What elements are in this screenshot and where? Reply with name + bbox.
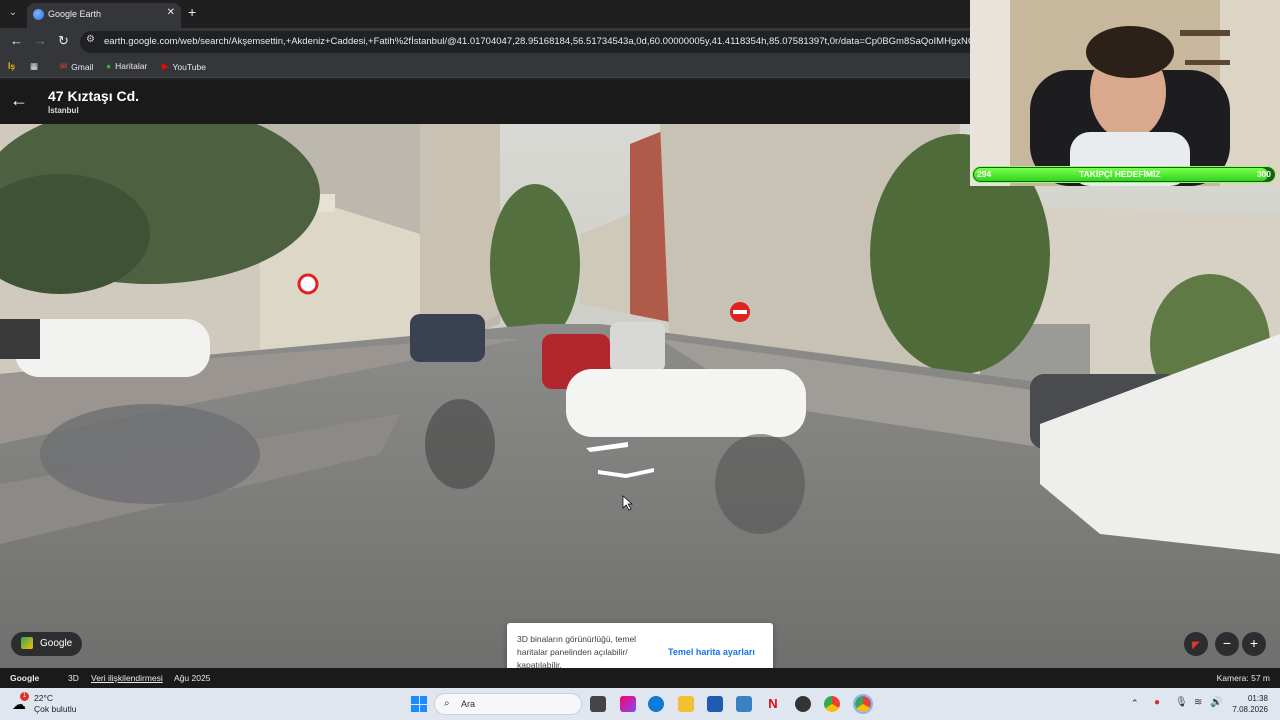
toast-message: 3D binaların görünürlüğü, temel haritala… [517,634,637,670]
reload-icon[interactable]: ↻ [58,33,69,49]
3d-mode-toggle[interactable]: 3D [68,673,79,683]
place-subtitle: İstanbul [48,106,79,115]
camera-altitude: Kamera: 57 m [1216,673,1270,683]
search-placeholder: Ara [461,699,476,709]
tray-app-icon[interactable]: ● [1154,697,1160,708]
apps-grid-icon[interactable]: ▦ [30,61,38,72]
earth-status-bar: Google 3D Veri ilişkilendirmesi Ağu 2025… [0,668,1280,688]
bookmark-maps[interactable]: ● Haritalar [106,61,147,71]
google-brand: Google [10,673,40,683]
microphone-icon[interactable]: 🎙 [1175,697,1188,708]
street-view-scene[interactable] [0,124,1280,668]
app-icon[interactable] [736,696,752,712]
clock-date[interactable]: 7.08.2026 [1228,705,1268,714]
maps-icon: ● [106,61,112,71]
chrome-dark-icon[interactable] [795,696,811,712]
chrome-icon[interactable] [824,696,840,712]
bookmark-label: YouTube [172,61,206,72]
google-button-label: Google [40,638,73,649]
base-map-settings-link[interactable]: Temel harita ayarları [668,647,755,657]
file-explorer-icon[interactable] [678,696,694,712]
webcam-overlay [970,0,1280,186]
back-arrow-icon[interactable]: ← [10,90,28,111]
bookmark-label: Gmail [71,61,94,72]
bookmark-youtube[interactable]: ▶ YouTube [162,61,206,72]
youtube-icon: ▶ [162,61,169,71]
zoom-in-icon[interactable]: + [1242,632,1266,656]
forward-icon[interactable]: → [34,33,47,48]
street-view-image [0,124,1280,668]
windows-taskbar: ☁ 1 22°C Çok bulutlu ⌕ Ara N ⌃ ● 🎙 ≋ 🔊 0… [0,688,1280,720]
goal-target: 300 [1256,169,1271,179]
store-icon[interactable] [707,696,723,712]
address-bar[interactable]: ⚙ earth.google.com/web/search/Akşemsetti… [80,31,980,53]
weather-desc: Çok bulutlu [34,704,77,714]
clock-time[interactable]: 01:38 [1232,694,1268,703]
map-controls: ◤ − + [1184,632,1270,656]
volume-icon[interactable]: 🔊 [1210,697,1222,708]
tab-search-icon[interactable]: ⌄ [4,4,22,22]
task-view-icon[interactable] [590,696,606,712]
chrome-active-icon[interactable] [853,694,873,714]
place-title: 47 Kıztaşı Cd. [48,88,140,104]
taskbar-search[interactable]: ⌕ Ara [434,693,582,715]
address-url[interactable]: earth.google.com/web/search/Akşemsettin,… [104,36,974,47]
webcam-image [970,0,1280,186]
google-earth-logo-icon [21,637,33,649]
imagery-date: Ağu 2025 [174,673,211,683]
tab-title: Google Earth [48,9,102,19]
goal-label: TAKİPÇİ HEDEFİMİZ [1079,169,1161,179]
wifi-icon[interactable]: ≋ [1194,697,1202,708]
site-info-icon[interactable]: ⚙ [86,34,95,45]
windows-start-icon[interactable] [411,696,427,712]
zoom-out-icon[interactable]: − [1215,632,1239,656]
weather-temp: 22°C [34,693,53,703]
tray-chevron-icon[interactable]: ⌃ [1131,698,1139,709]
bookmark-label: Haritalar [115,61,148,71]
goal-current: 294 [977,169,992,179]
gmail-icon: ✉ [60,61,68,71]
tab-close-icon[interactable]: ✕ [167,7,175,18]
search-icon: ⌕ [444,698,450,709]
back-icon[interactable]: ← [10,33,23,48]
bookmark-gmail[interactable]: ✉ Gmail [60,61,93,72]
copilot-icon[interactable] [620,696,636,712]
weather-badge: 1 [20,692,29,701]
data-attribution-link[interactable]: Veri ilişkilendirmesi [91,673,163,683]
follower-goal-bar: 294 TAKİPÇİ HEDEFİMİZ 300 [972,166,1276,183]
google-earth-favicon-icon [33,9,44,20]
compass-icon[interactable]: ◤ [1184,632,1208,656]
bookmark-is-icon[interactable]: İş [8,61,15,71]
netflix-icon[interactable]: N [765,696,781,712]
browser-tab[interactable]: Google Earth ✕ [27,3,181,28]
edge-icon[interactable] [648,696,664,712]
google-earth-button[interactable]: Google [11,632,82,656]
new-tab-icon[interactable]: + [188,4,196,20]
